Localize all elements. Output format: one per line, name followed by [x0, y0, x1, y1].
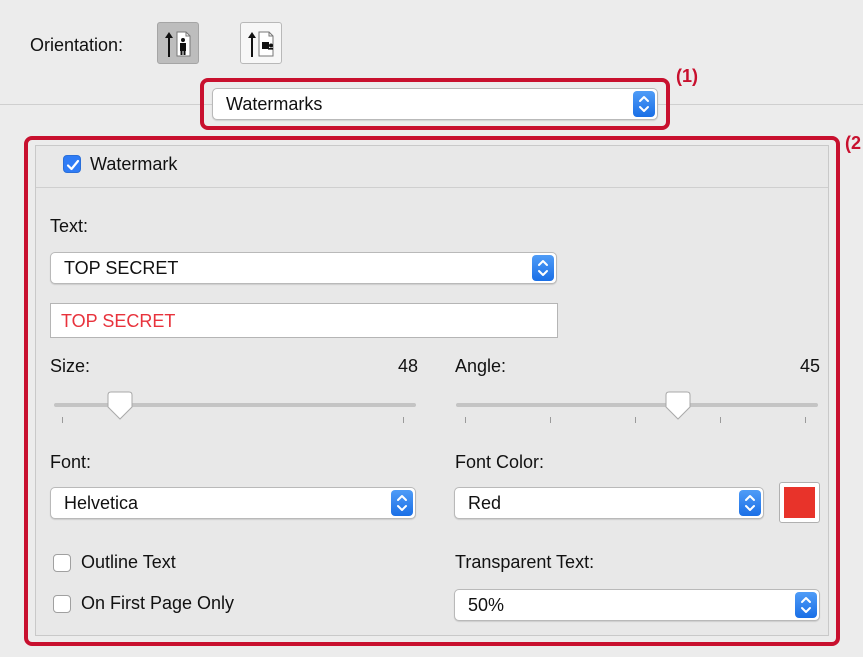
- text-label: Text:: [50, 216, 89, 236]
- angle-value: 45: [799, 356, 820, 376]
- chevron-updown-icon: [538, 260, 548, 276]
- text-preset-popup[interactable]: TOP SECRET: [50, 252, 557, 284]
- font-color-stepper: [739, 490, 761, 516]
- landscape-orientation-button[interactable]: [240, 22, 282, 64]
- transparent-text-stepper: [795, 592, 817, 618]
- angle-slider-knob[interactable]: [665, 391, 691, 426]
- chevron-updown-icon: [397, 495, 407, 511]
- size-label: Size:: [50, 356, 91, 376]
- size-value: 48: [397, 356, 418, 376]
- callout-1-label: (1): [676, 66, 698, 86]
- outline-text-checkbox[interactable]: [53, 554, 71, 572]
- first-page-only-checkbox[interactable]: [53, 595, 71, 613]
- size-slider-tick: [62, 417, 63, 423]
- angle-label: Angle:: [455, 356, 507, 376]
- orientation-label: Orientation:: [30, 35, 124, 55]
- first-page-only-label[interactable]: On First Page Only: [81, 593, 234, 614]
- angle-slider-tick: [550, 417, 551, 423]
- font-popup[interactable]: Helvetica: [50, 487, 416, 519]
- transparent-text-popup[interactable]: 50%: [454, 589, 820, 621]
- size-slider-tick: [403, 417, 404, 423]
- watermark-checkbox-label[interactable]: Watermark: [90, 154, 177, 175]
- watermark-checkbox[interactable]: [63, 155, 81, 173]
- angle-slider-tick: [635, 417, 636, 423]
- font-label: Font:: [50, 452, 92, 472]
- portrait-orientation-button[interactable]: [157, 22, 199, 64]
- angle-slider-tick: [720, 417, 721, 423]
- transparent-text-label: Transparent Text:: [455, 552, 595, 572]
- font-value: Helvetica: [64, 493, 139, 513]
- panel-select-stepper: [633, 91, 655, 117]
- outline-text-label[interactable]: Outline Text: [81, 552, 176, 573]
- angle-slider-track[interactable]: [456, 403, 818, 407]
- text-preset-value: TOP SECRET: [64, 258, 179, 278]
- panel-select-popup[interactable]: Watermarks: [212, 88, 658, 120]
- transparent-text-value: 50%: [468, 595, 505, 615]
- font-color-swatch: [784, 487, 815, 518]
- size-slider-knob[interactable]: [107, 391, 133, 426]
- portrait-orientation-icon: [165, 31, 191, 57]
- landscape-orientation-icon: [248, 31, 274, 57]
- font-color-popup[interactable]: Red: [454, 487, 764, 519]
- panel-select-value: Watermarks: [226, 94, 323, 114]
- chevron-updown-icon: [745, 495, 755, 511]
- callout-2-label: (2: [845, 133, 862, 153]
- checkmark-icon: [66, 159, 80, 171]
- text-preset-stepper: [532, 255, 554, 281]
- font-stepper: [391, 490, 413, 516]
- watermark-header-divider: [36, 187, 828, 188]
- chevron-updown-icon: [639, 96, 649, 112]
- font-color-label: Font Color:: [455, 452, 545, 472]
- chevron-updown-icon: [801, 597, 811, 613]
- angle-slider-tick: [805, 417, 806, 423]
- watermark-text-field[interactable]: TOP SECRET: [50, 303, 558, 338]
- font-color-swatch-button[interactable]: [779, 482, 820, 523]
- watermark-text-value: TOP SECRET: [61, 311, 176, 331]
- angle-slider-tick: [465, 417, 466, 423]
- font-color-value: Red: [468, 493, 502, 513]
